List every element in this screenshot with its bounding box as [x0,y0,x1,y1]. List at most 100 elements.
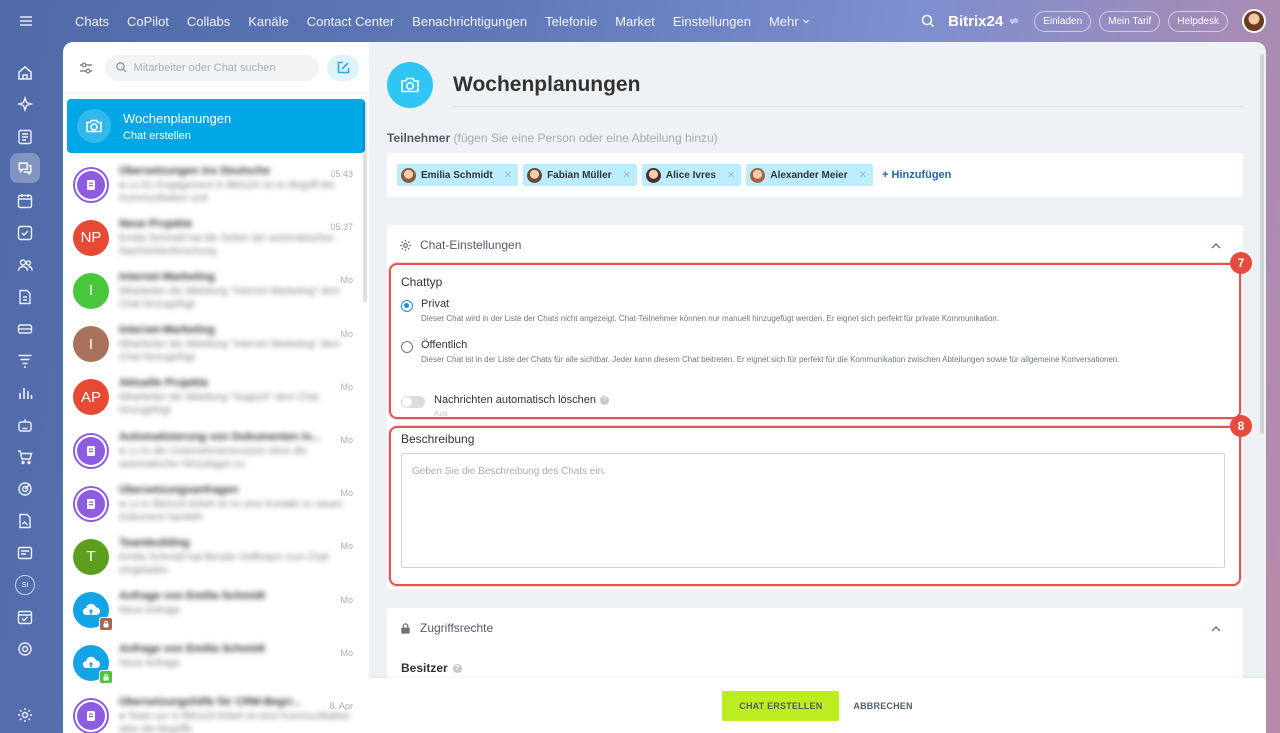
chat-settings-card: Chat-Einstellungen 7 Chattyp Privat Dies… [387,225,1252,589]
chat-list-item[interactable]: Übersetzungshilfe für CRM-Begri... ● Team… [63,690,369,733]
chat-list-item[interactable]: Übersetzungen ins Deutsche ● Lo En Engage… [63,158,369,211]
description-textarea[interactable] [401,453,1225,568]
chat-list-item[interactable]: Anfrage von Emilia Schmidt Neue Anfrage Mo [63,584,369,637]
chat-icon[interactable] [10,153,40,183]
search-icon[interactable] [920,13,936,29]
chat-avatar-inner [77,436,105,465]
chat-list-item[interactable]: T Teambuilding Emilia Schmidt hat Bender H… [63,530,369,583]
support-icon[interactable] [16,640,34,658]
chat-list-item[interactable]: AP Aktuelle Projekte Mitarbeiter der Abtei… [63,371,369,424]
chat-avatar: I [73,326,109,363]
radio-private[interactable] [401,300,413,312]
nav-market[interactable]: Market [606,14,664,29]
help-icon[interactable]: ? [452,663,462,673]
access-rights-header[interactable]: Zugriffsrechte [399,621,493,635]
active-chat-item[interactable]: Wochenplanungen Chat erstellen [67,99,365,153]
sites-icon[interactable] [16,544,34,562]
help-icon[interactable]: ? [600,395,610,405]
nav-copilot[interactable]: CoPilot [118,14,178,29]
step-badge-7: 7 [1230,252,1252,274]
chat-avatar [73,485,109,522]
nav-telefonie[interactable]: Telefonie [536,14,606,29]
feed-icon[interactable] [16,128,34,146]
chat-item-message: ● Lo In Bitrix24 Arbeit ist es eine Kont… [119,498,343,523]
chat-search-input[interactable] [133,61,309,74]
chat-search-box[interactable] [105,54,319,81]
chat-title-input[interactable]: Wochenplanungen [453,73,640,97]
user-avatar[interactable] [1242,9,1266,33]
radio-public[interactable] [401,341,413,353]
remove-participant-icon[interactable]: ✕ [623,170,631,181]
calendar-icon[interactable] [16,192,34,210]
remove-participant-icon[interactable]: ✕ [859,170,867,181]
chat-avatar-initials: T [86,548,96,566]
analytics-icon[interactable] [16,384,34,402]
chat-item-message: ● Lo En Engagement in Bitrix24 ist im Be… [119,179,335,204]
autodelete-toggle[interactable] [401,396,425,408]
chat-list-item[interactable]: NP Neue Projekte Emilia Schmidt hat die Se… [63,211,369,264]
chevron-up-icon[interactable] [1209,239,1223,253]
chat-item-name: Internet-Marketing [119,324,215,337]
my-plan-button[interactable]: Mein Tarif [1099,10,1161,32]
new-chat-button[interactable] [327,54,359,81]
nav-benachrichtigungen[interactable]: Benachrichtigungen [403,14,536,29]
nav-kanaele[interactable]: Kanäle [239,14,297,29]
nav-chats[interactable]: Chats [66,14,118,29]
nav-mehr[interactable]: Mehr [760,14,819,29]
robot-icon[interactable] [16,416,34,434]
contacts-icon[interactable] [16,256,34,274]
participant-tag[interactable]: Alexander Meier ✕ [746,164,874,186]
chevron-up-icon[interactable] [1209,622,1223,636]
chat-list-item[interactable]: Übersetzungsanfragen ● Lo In Bitrix24 Arb… [63,477,369,530]
chat-settings-header[interactable]: Chat-Einstellungen [399,238,521,252]
chat-list-scrollbar[interactable] [363,102,367,302]
home-icon[interactable] [16,64,34,82]
helpdesk-button[interactable]: Helpdesk [1168,10,1228,32]
chat-avatar: T [73,538,109,575]
chat-avatar-upload[interactable] [387,62,433,108]
invite-button[interactable]: Einladen [1034,10,1092,32]
brand-logo[interactable]: Bitrix24 [948,13,1020,30]
chat-item-time: Mo [340,594,353,605]
camera-icon [77,109,111,143]
participant-tag[interactable]: Alice Ivres ✕ [641,164,742,186]
add-participant-link[interactable]: + Hinzufügen [882,169,951,181]
chat-item-time: 8. Apr [329,700,353,711]
user-initials-badge[interactable]: SI [15,575,35,595]
settings-gear-icon[interactable] [16,706,34,724]
main-scrollbar[interactable] [1260,54,1264,434]
chat-avatar [73,432,109,469]
chat-list-item[interactable]: I Internet-Marketing Mitarbeiter der Abtei… [63,318,369,371]
chat-list-item[interactable]: Anfrage von Emilia Schmidt Neue Anfrage Mo [63,637,369,690]
filter-icon[interactable] [77,59,95,77]
target-icon[interactable] [16,480,34,498]
tasks-icon[interactable] [16,224,34,242]
booking-icon[interactable] [16,608,34,626]
nav-einstellungen[interactable]: Einstellungen [664,14,760,29]
filter-funnel-icon[interactable] [16,352,34,370]
cancel-button[interactable]: ABBRECHEN [853,701,912,711]
documents-icon[interactable] [16,288,34,306]
cart-icon[interactable] [16,448,34,466]
active-chat-title: Wochenplanungen [123,110,232,126]
radio-public-row[interactable]: Öffentlich Dieser Chat ist in der Liste … [401,339,1211,365]
chat-item-time: Mo [340,434,353,445]
create-chat-button[interactable]: CHAT ERSTELLEN [722,690,840,721]
remove-participant-icon[interactable]: ✕ [504,170,512,181]
participants-hint: (fügen Sie eine Person oder eine Abteilu… [453,131,718,145]
chat-settings-title: Chat-Einstellungen [420,238,522,252]
participant-tag[interactable]: Emilia Schmidt ✕ [397,164,519,186]
participants-box[interactable]: Emilia Schmidt ✕ Fabian Müller ✕ Alice Ivres… [387,153,1243,197]
gear-icon [399,239,412,251]
nav-collabs[interactable]: Collabs [178,14,239,29]
nav-contact-center[interactable]: Contact Center [298,14,403,29]
drive-icon[interactable] [16,320,34,338]
radio-private-row[interactable]: Privat Dieser Chat wird in der Liste der… [401,298,1211,324]
chat-list-item[interactable]: Automatisierung von Dokumenten in... ● Lo… [63,424,369,477]
participant-tag[interactable]: Fabian Müller ✕ [523,164,637,186]
remove-participant-icon[interactable]: ✕ [727,170,735,181]
copilot-icon[interactable] [16,96,34,114]
menu-icon[interactable] [17,12,35,30]
sign-icon[interactable] [16,512,34,530]
chat-list-item[interactable]: I Internet-Marketing Mitarbeiter der Abtei… [63,264,369,317]
